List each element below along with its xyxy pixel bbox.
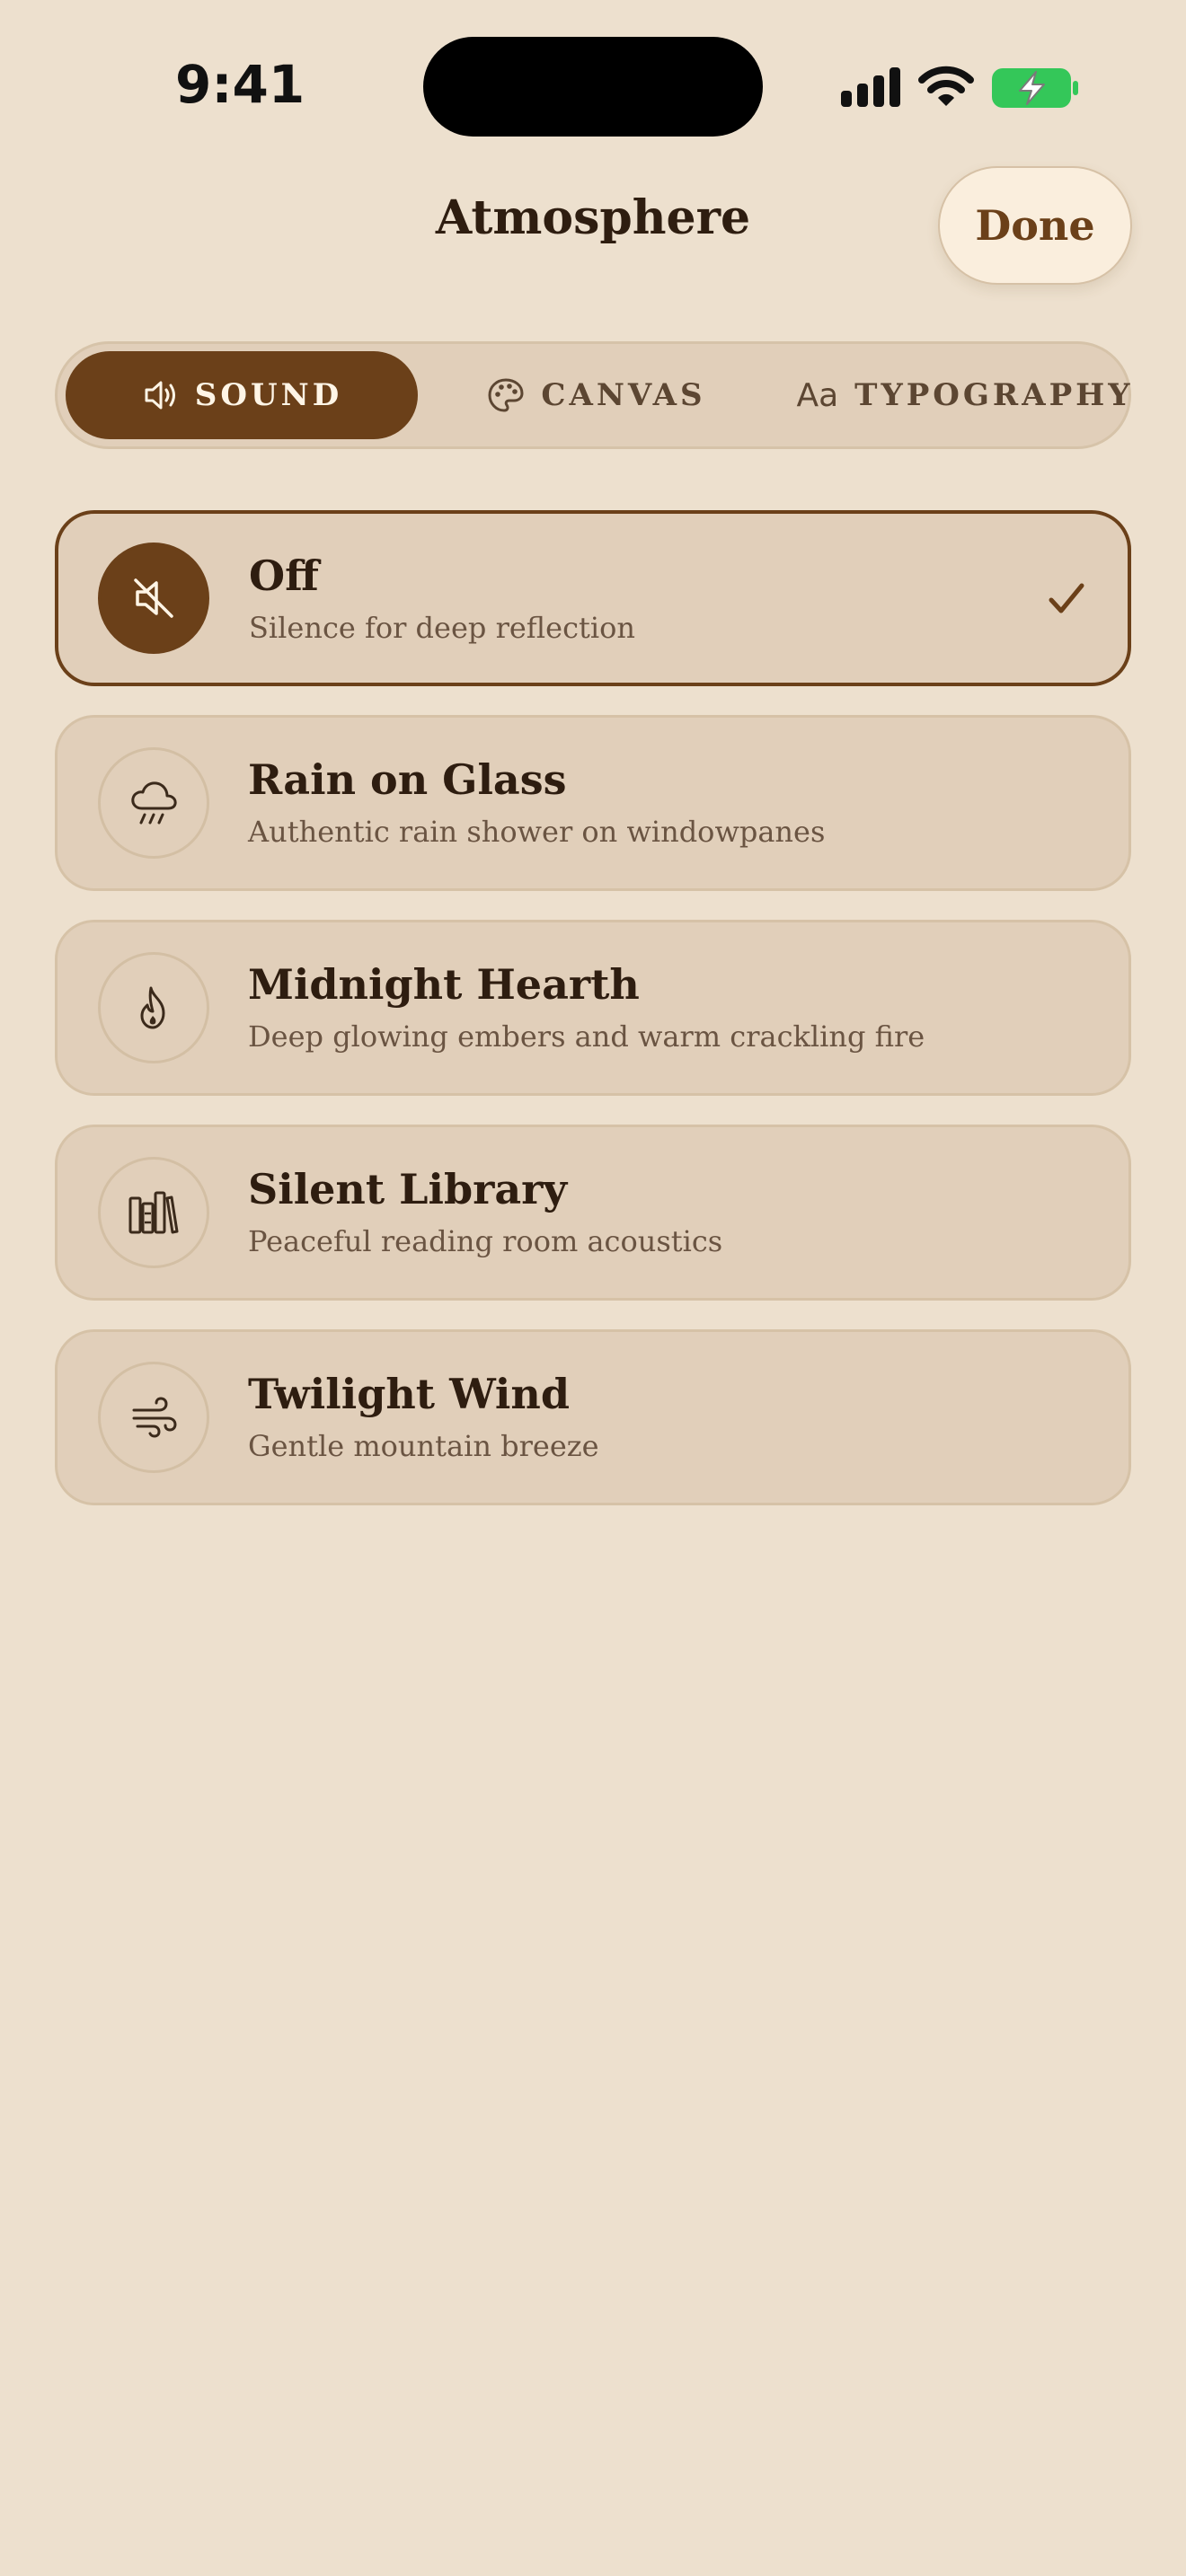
sound-option-midnight-hearth[interactable]: Midnight Hearth Deep glowing embers and … (55, 920, 1131, 1096)
sound-option-subtitle: Peaceful reading room acoustics (248, 1224, 723, 1258)
sound-option-subtitle: Deep glowing embers and warm crackling f… (248, 1019, 925, 1054)
sound-option-title: Silent Library (248, 1165, 568, 1213)
sound-option-subtitle: Gentle mountain breeze (248, 1429, 599, 1463)
status-bar: 9:41 (0, 0, 1186, 153)
books-icon (98, 1157, 209, 1268)
sound-option-title: Rain on Glass (248, 755, 567, 804)
tab-typography-label: TYPOGRAPHY (854, 377, 1134, 413)
tab-sound[interactable]: SOUND (66, 351, 418, 439)
text-aa-icon: Aa (796, 376, 839, 414)
sound-option-rain-on-glass[interactable]: Rain on Glass Authentic rain shower on w… (55, 715, 1131, 891)
tab-canvas-label: CANVAS (541, 377, 706, 413)
tab-sound-label: SOUND (194, 377, 343, 413)
battery-charging-icon (992, 68, 1078, 108)
sound-option-subtitle: Authentic rain shower on windowpanes (248, 815, 826, 849)
flame-icon (98, 952, 209, 1063)
palette-icon (487, 376, 525, 414)
tab-canvas[interactable]: CANVAS (480, 351, 713, 439)
speaker-muted-icon (98, 543, 209, 654)
wind-icon (98, 1362, 209, 1473)
sound-option-title: Off (249, 551, 319, 600)
wifi-icon (918, 66, 974, 106)
cellular-signal-icon (841, 67, 900, 107)
sound-option-subtitle: Silence for deep reflection (249, 611, 635, 645)
dynamic-island (423, 37, 763, 137)
status-time: 9:41 (175, 54, 305, 115)
sound-option-title: Midnight Hearth (248, 960, 640, 1009)
sound-option-twilight-wind[interactable]: Twilight Wind Gentle mountain breeze (55, 1329, 1131, 1505)
sound-option-title: Twilight Wind (248, 1370, 571, 1418)
settings-tabs: SOUND CANVAS Aa TYPOGRAPHY (55, 341, 1131, 449)
done-button[interactable]: Done (938, 166, 1132, 285)
speaker-icon (141, 376, 179, 414)
tab-typography[interactable]: Aa TYPOGRAPHY (794, 351, 1136, 439)
cloud-rain-icon (98, 747, 209, 859)
checkmark-icon (1049, 583, 1084, 613)
sound-option-off[interactable]: Off Silence for deep reflection (55, 510, 1131, 686)
page-title: Atmosphere (435, 190, 751, 245)
sound-option-silent-library[interactable]: Silent Library Peaceful reading room aco… (55, 1125, 1131, 1301)
